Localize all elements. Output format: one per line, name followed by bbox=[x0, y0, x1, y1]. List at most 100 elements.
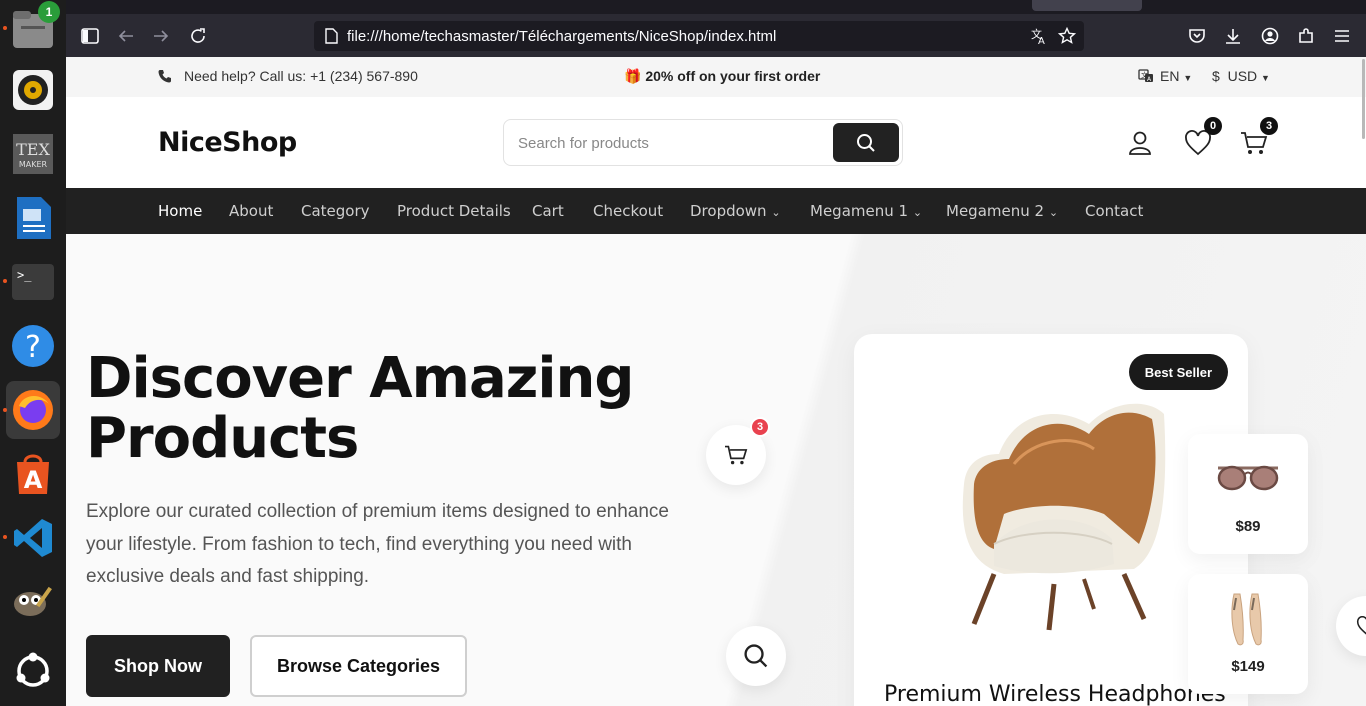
nav-label: Dropdown bbox=[690, 202, 767, 220]
floating-cart-button[interactable]: 3 bbox=[706, 417, 770, 485]
running-indicator bbox=[3, 26, 7, 30]
featured-product-name: Premium Wireless Headphones bbox=[884, 682, 1226, 706]
nav-item-cart[interactable]: Cart bbox=[532, 202, 564, 220]
running-indicator bbox=[3, 408, 7, 412]
nav-item-contact[interactable]: Contact bbox=[1085, 202, 1143, 220]
help-icon[interactable]: ? bbox=[10, 323, 56, 369]
account-button[interactable] bbox=[1122, 125, 1158, 161]
site-logo[interactable]: NiceShop bbox=[158, 127, 297, 158]
bookmark-star-icon[interactable] bbox=[1057, 26, 1077, 50]
nav-label: Megamenu 2 bbox=[946, 202, 1045, 220]
sidebar-toggle-icon[interactable] bbox=[77, 23, 103, 49]
user-icon bbox=[1129, 131, 1151, 155]
cart-icon bbox=[725, 445, 748, 465]
floating-wishlist-button[interactable] bbox=[1336, 596, 1366, 656]
hero-title-line: Discover Amazing bbox=[86, 346, 635, 411]
main-navigation: Home About Category Product Details Cart… bbox=[66, 188, 1366, 234]
cart-button[interactable]: 3 bbox=[1236, 117, 1278, 161]
help-text: Need help? Call us: +1 (234) 567-890 bbox=[184, 68, 418, 84]
browse-categories-button[interactable]: Browse Categories bbox=[250, 635, 467, 697]
search-icon bbox=[744, 644, 768, 668]
show-apps-icon[interactable] bbox=[10, 648, 56, 694]
vscode-icon[interactable] bbox=[10, 515, 56, 561]
nav-item-category[interactable]: Category bbox=[301, 202, 370, 220]
nav-item-home[interactable]: Home bbox=[158, 202, 202, 220]
nav-item-megamenu-1[interactable]: Megamenu 1 ⌄ bbox=[810, 202, 922, 220]
translate-icon[interactable]: 文A bbox=[1030, 27, 1048, 50]
best-seller-badge: Best Seller bbox=[1128, 354, 1228, 390]
nav-item-megamenu-2[interactable]: Megamenu 2 ⌄ bbox=[946, 202, 1058, 220]
top-info-bar: Need help? Call us: +1 (234) 567-890 🎁 2… bbox=[66, 57, 1366, 97]
svg-text:A: A bbox=[1038, 36, 1045, 45]
nav-item-dropdown[interactable]: Dropdown ⌄ bbox=[690, 202, 781, 220]
mini-product-price: $149 bbox=[1231, 658, 1265, 675]
svg-text:TEX: TEX bbox=[16, 140, 50, 159]
libreoffice-writer-icon[interactable] bbox=[10, 195, 56, 241]
mini-product-price: $89 bbox=[1235, 518, 1261, 535]
floating-search-button[interactable] bbox=[726, 626, 786, 686]
chevron-down-icon: ⌄ bbox=[771, 206, 781, 219]
search-box bbox=[503, 119, 903, 166]
hero-description: Explore our curated collection of premiu… bbox=[86, 501, 669, 587]
hero-section: Discover Amazing Products Explore our cu… bbox=[66, 234, 1366, 706]
tab-strip bbox=[66, 0, 1366, 14]
svg-text:A: A bbox=[24, 466, 43, 494]
texmaker-icon[interactable]: TEX MAKER bbox=[10, 131, 56, 177]
running-indicator bbox=[3, 535, 7, 539]
extensions-icon[interactable] bbox=[1293, 23, 1319, 49]
high-heels-image bbox=[1231, 593, 1262, 646]
wishlist-button[interactable]: 0 bbox=[1180, 117, 1222, 161]
downloads-icon[interactable] bbox=[1220, 23, 1246, 49]
search-button[interactable] bbox=[833, 123, 899, 162]
heart-icon bbox=[1356, 616, 1366, 635]
running-indicator bbox=[3, 279, 7, 283]
hero-title: Discover Amazing Products bbox=[86, 349, 726, 469]
language-icon: 文A bbox=[1138, 68, 1154, 87]
promo-text: 🎁 20% off on your first order bbox=[624, 68, 821, 84]
chevron-down-icon: ⌄ bbox=[1048, 206, 1059, 219]
mini-product-card[interactable]: $89 bbox=[1188, 434, 1308, 554]
page-icon bbox=[324, 28, 338, 49]
chevron-down-icon: ⌄ bbox=[912, 206, 923, 219]
active-tab[interactable] bbox=[1032, 0, 1142, 11]
menu-icon[interactable] bbox=[1329, 23, 1355, 49]
wishlist-count: 0 bbox=[1204, 117, 1222, 135]
account-icon[interactable] bbox=[1257, 23, 1283, 49]
nav-item-checkout[interactable]: Checkout bbox=[593, 202, 663, 220]
site-header: NiceShop 0 3 bbox=[66, 97, 1366, 188]
page-scrollbar[interactable] bbox=[1362, 59, 1365, 139]
search-input[interactable] bbox=[518, 131, 818, 155]
language-label: EN bbox=[1160, 68, 1180, 84]
nav-label: Megamenu 1 bbox=[810, 202, 909, 220]
svg-text:MAKER: MAKER bbox=[19, 160, 48, 169]
currency-selector[interactable]: $ USD ▼ bbox=[1212, 68, 1270, 84]
pocket-icon[interactable] bbox=[1184, 23, 1210, 49]
nav-item-product-details[interactable]: Product Details bbox=[397, 202, 511, 220]
phone-icon bbox=[158, 69, 172, 86]
address-bar[interactable]: file:///home/techasmaster/Téléchargement… bbox=[314, 21, 1084, 51]
shop-now-button[interactable]: Shop Now bbox=[86, 635, 230, 697]
app-center-icon[interactable]: A bbox=[10, 451, 56, 497]
nav-item-about[interactable]: About bbox=[229, 202, 273, 220]
chevron-down-icon: ▼ bbox=[1261, 73, 1270, 83]
files-badge: 1 bbox=[38, 1, 60, 23]
reload-icon[interactable] bbox=[185, 23, 211, 49]
floating-cart-count: 3 bbox=[750, 417, 770, 437]
browser-toolbar: file:///home/techasmaster/Téléchargement… bbox=[66, 14, 1366, 57]
files-icon[interactable]: 1 bbox=[10, 1, 60, 52]
ubuntu-dock: 1 TEX MAKER >_ ? A bbox=[0, 0, 66, 706]
web-page: Need help? Call us: +1 (234) 567-890 🎁 2… bbox=[66, 57, 1366, 706]
chevron-down-icon: ▼ bbox=[1183, 73, 1193, 83]
language-selector[interactable]: EN ▼ bbox=[1160, 68, 1192, 84]
terminal-icon[interactable]: >_ bbox=[10, 259, 56, 305]
svg-text:?: ? bbox=[25, 330, 41, 365]
gimp-icon[interactable] bbox=[10, 577, 56, 623]
currency-symbol: $ bbox=[1212, 68, 1220, 84]
back-icon[interactable] bbox=[113, 23, 139, 49]
forward-icon[interactable] bbox=[148, 23, 174, 49]
cart-count: 3 bbox=[1260, 117, 1278, 135]
armchair-image bbox=[962, 403, 1166, 631]
rhythmbox-icon[interactable] bbox=[10, 67, 56, 113]
firefox-icon[interactable] bbox=[6, 381, 60, 439]
mini-product-card[interactable]: $149 bbox=[1188, 574, 1308, 694]
